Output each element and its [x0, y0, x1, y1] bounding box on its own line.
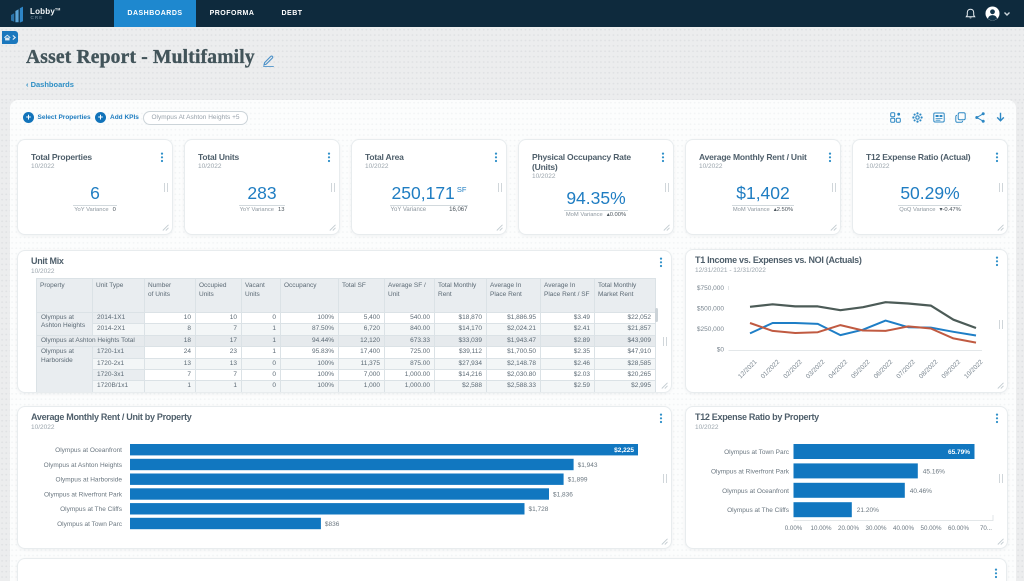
svg-text:08/2022: 08/2022 — [918, 358, 940, 380]
svg-text:70...: 70... — [980, 525, 992, 532]
svg-text:03/2022: 03/2022 — [805, 358, 827, 380]
svg-text:$0: $0 — [717, 347, 725, 354]
svg-text:02/2022: 02/2022 — [782, 358, 804, 380]
svg-text:$836: $836 — [325, 521, 340, 528]
svg-text:$500,000: $500,000 — [697, 306, 724, 313]
svg-text:40.46%: 40.46% — [910, 488, 932, 495]
svg-text:$1,899: $1,899 — [568, 477, 588, 484]
svg-text:50.00%: 50.00% — [921, 525, 942, 532]
svg-text:$1,836: $1,836 — [553, 492, 573, 499]
svg-text:Olympus at The Cliffs: Olympus at The Cliffs — [727, 507, 790, 514]
svg-text:Olympus at Riverfront Park: Olympus at Riverfront Park — [711, 468, 790, 475]
svg-text:40.00%: 40.00% — [893, 525, 914, 532]
svg-text:Olympus at The Cliffs: Olympus at The Cliffs — [60, 506, 123, 513]
svg-text:$250,000: $250,000 — [697, 326, 724, 333]
svg-text:06/2022: 06/2022 — [873, 358, 895, 380]
svg-text:$1,728: $1,728 — [529, 506, 549, 513]
svg-text:Olympus at Oceanfront: Olympus at Oceanfront — [722, 488, 789, 495]
svg-text:21.20%: 21.20% — [857, 507, 879, 514]
svg-text:Olympus at Riverfront Park: Olympus at Riverfront Park — [44, 492, 123, 499]
svg-text:30.00%: 30.00% — [866, 525, 887, 532]
svg-text:Olympus at Ashton Heights: Olympus at Ashton Heights — [44, 462, 123, 469]
svg-text:45.16%: 45.16% — [923, 468, 945, 475]
svg-text:10.00%: 10.00% — [811, 525, 832, 532]
svg-text:09/2022: 09/2022 — [940, 358, 962, 380]
svg-text:01/2022: 01/2022 — [760, 358, 782, 380]
svg-text:0.00%: 0.00% — [785, 525, 803, 532]
svg-text:04/2022: 04/2022 — [827, 358, 849, 380]
svg-text:$2,225: $2,225 — [614, 447, 634, 454]
svg-text:$750,000: $750,000 — [697, 285, 724, 292]
svg-text:Olympus at Harborside: Olympus at Harborside — [56, 477, 123, 484]
svg-text:20.00%: 20.00% — [838, 525, 859, 532]
svg-text:10/2022: 10/2022 — [963, 358, 985, 380]
svg-text:65.79%: 65.79% — [948, 449, 970, 456]
svg-text:05/2022: 05/2022 — [850, 358, 872, 380]
svg-text:60.00%: 60.00% — [948, 525, 969, 532]
svg-text:$1,943: $1,943 — [578, 462, 598, 469]
svg-text:Olympus at Town Parc: Olympus at Town Parc — [57, 521, 123, 528]
svg-text:12/2021: 12/2021 — [737, 358, 759, 380]
svg-text:07/2022: 07/2022 — [895, 358, 917, 380]
svg-text:Olympus at Oceanfront: Olympus at Oceanfront — [55, 447, 122, 454]
svg-text:Olympus at Town Parc: Olympus at Town Parc — [724, 449, 790, 456]
